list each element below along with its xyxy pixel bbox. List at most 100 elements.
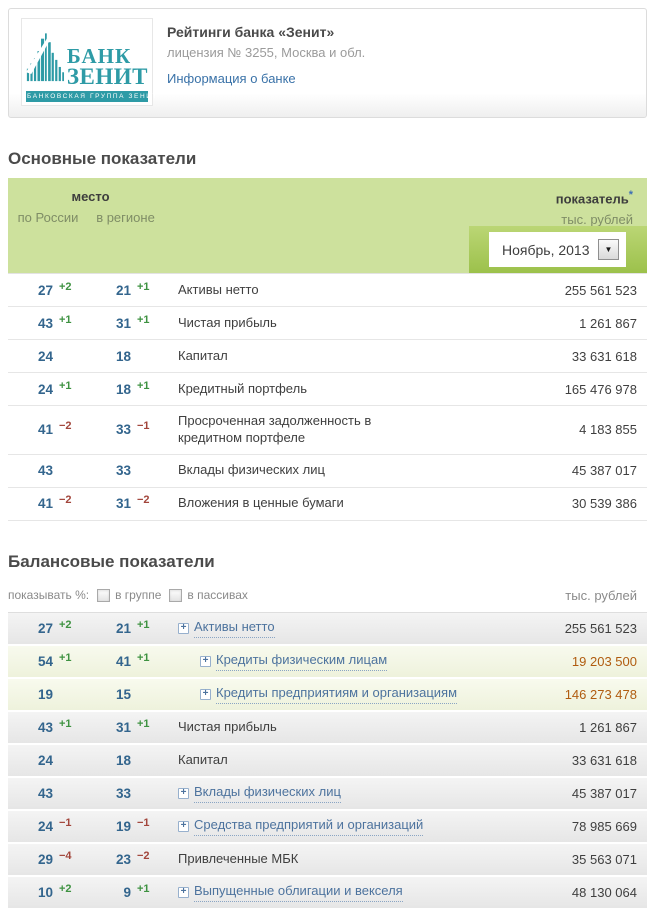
indicator-value: 33 631 618: [517, 349, 647, 364]
indicator-link[interactable]: Средства предприятий и организаций: [194, 817, 423, 836]
bank-logo: БАНК ЗЕНИТ БАНКОВСКАЯ ГРУППА ЗЕНИТ: [21, 18, 153, 106]
logo-word-zenit: ЗЕНИТ: [67, 66, 148, 87]
expand-plus-icon[interactable]: [178, 623, 189, 634]
column-header-place: место: [13, 189, 168, 204]
period-select[interactable]: Ноябрь, 2013: [489, 232, 626, 267]
table-row: 24 18 Капитал 33 631 618: [8, 745, 647, 776]
table-row: 10 +2 9 +1 Выпущенные облигации и вексел…: [8, 877, 647, 908]
main-indicators-table: 27 +2 21 +1 Активы нетто 255 561 523 43 …: [8, 273, 647, 521]
indicator-value: 255 561 523: [517, 621, 647, 636]
rank-region-cell: 23 −2: [78, 852, 163, 867]
indicator-value: 4 183 855: [517, 422, 647, 437]
indicator-link[interactable]: Кредиты физическим лицам: [216, 652, 387, 671]
checkbox-in-group[interactable]: [97, 589, 110, 602]
rank-russia-delta: −4: [53, 850, 78, 862]
indicator-link: Капитал: [178, 752, 228, 769]
rank-russia-cell: 29 −4: [8, 852, 78, 867]
indicator-link[interactable]: Кредиты предприятиям и организациям: [216, 685, 457, 704]
rank-russia-cell: 19: [8, 687, 78, 702]
rank-russia: 41: [8, 422, 53, 437]
rank-region-delta: +1: [131, 718, 163, 730]
rank-russia: 10: [8, 885, 53, 900]
rank-russia: 24: [8, 382, 53, 397]
rank-russia: 43: [8, 316, 53, 331]
table-row: 41 −2 31 −2 Вложения в ценные бумаги 30 …: [8, 488, 647, 521]
logo-band-text: БАНКОВСКАЯ ГРУППА ЗЕНИТ: [26, 91, 148, 102]
indicator-name-cell: Капитал: [163, 752, 517, 769]
rank-region: 21: [78, 283, 131, 298]
rank-russia: 43: [8, 720, 53, 735]
rank-region-delta: −1: [131, 817, 163, 829]
rank-russia: 27: [8, 283, 53, 298]
indicator-name: Просроченная задолженность в кредитном п…: [163, 413, 517, 447]
bank-logo-wordmark: БАНК ЗЕНИТ: [67, 47, 148, 87]
indicator-link[interactable]: Выпущенные облигации и векселя: [194, 883, 403, 902]
indicator-link[interactable]: Активы нетто: [194, 619, 275, 638]
rank-region-delta: +1: [131, 619, 163, 631]
rank-russia: 29: [8, 852, 53, 867]
indicator-name-cell: Чистая прибыль: [163, 719, 517, 736]
page-title: Рейтинги банка «Зенит»: [167, 24, 365, 40]
checkbox-in-liabilities[interactable]: [169, 589, 182, 602]
rank-russia: 27: [8, 621, 53, 636]
rank-region: 21: [78, 621, 131, 636]
indicator-value: 45 387 017: [517, 786, 647, 801]
table-row: 19 15 Кредиты предприятиям и организация…: [8, 679, 647, 710]
indicator-link: Привлеченные МБК: [178, 851, 298, 868]
column-header-indicator: показатель*: [556, 189, 633, 206]
rank-region-delta: −1: [131, 420, 163, 432]
rank-region: 15: [78, 687, 131, 702]
rank-region: 31: [78, 316, 131, 331]
expand-plus-icon[interactable]: [200, 689, 211, 700]
rank-region-cell: 33 −1: [78, 422, 163, 437]
indicator-value: 78 985 669: [517, 819, 647, 834]
indicator-value: 19 203 500: [517, 654, 647, 669]
rank-russia: 24: [8, 753, 53, 768]
page: БАНК ЗЕНИТ БАНКОВСКАЯ ГРУППА ЗЕНИТ Рейти…: [0, 8, 655, 908]
rank-russia-cell: 54 +1: [8, 654, 78, 669]
rank-region: 23: [78, 852, 131, 867]
table-row: 43 +1 31 +1 Чистая прибыль 1 261 867: [8, 307, 647, 340]
bank-info-link[interactable]: Информация о банке: [167, 71, 296, 86]
license-subtitle: лицензия № 3255, Москва и обл.: [167, 45, 365, 60]
rank-russia-cell: 27 +2: [8, 621, 78, 636]
rank-region-cell: 9 +1: [78, 885, 163, 900]
indicator-name: Вложения в ценные бумаги: [163, 495, 517, 512]
expand-plus-icon[interactable]: [178, 821, 189, 832]
expand-plus-icon[interactable]: [200, 656, 211, 667]
rank-region-delta: +1: [131, 314, 163, 326]
percent-filter-row: показывать %: в группе в пассивах тыс. р…: [8, 588, 647, 603]
table-row: 24 +1 18 +1 Кредитный портфель 165 476 9…: [8, 373, 647, 406]
indicator-link[interactable]: Вклады физических лиц: [194, 784, 341, 803]
rank-region: 31: [78, 496, 131, 511]
rank-region-cell: 31 +1: [78, 316, 163, 331]
indicator-name-cell: Активы нетто: [163, 619, 517, 638]
dropdown-arrow-icon[interactable]: [598, 239, 619, 260]
rank-russia: 43: [8, 786, 53, 801]
rank-russia-cell: 43 +1: [8, 720, 78, 735]
indicator-name-cell: Вклады физических лиц: [163, 784, 517, 803]
indicator-value: 1 261 867: [517, 316, 647, 331]
rank-russia: 19: [8, 687, 53, 702]
rank-russia-delta: +1: [53, 652, 78, 664]
table-row: 27 +2 21 +1 Активы нетто 255 561 523: [8, 274, 647, 307]
indicator-value: 146 273 478: [517, 687, 647, 702]
table-row: 24 18 Капитал 33 631 618: [8, 340, 647, 373]
table-row: 43 +1 31 +1 Чистая прибыль 1 261 867: [8, 712, 647, 743]
rank-russia-cell: 43 +1: [8, 316, 78, 331]
rank-russia: 43: [8, 463, 53, 478]
rank-region-cell: 19 −1: [78, 819, 163, 834]
checkbox-in-liabilities-label: в пассивах: [187, 588, 248, 602]
rank-russia: 41: [8, 496, 53, 511]
column-header-region: в регионе: [83, 210, 168, 225]
expand-plus-icon[interactable]: [178, 887, 189, 898]
main-indicators-heading: Основные показатели: [8, 149, 647, 169]
indicator-name: Активы нетто: [163, 282, 517, 299]
indicator-footnote-asterisk: *: [629, 189, 633, 201]
rank-russia-delta: +2: [53, 883, 78, 895]
expand-plus-icon[interactable]: [178, 788, 189, 799]
rank-region: 18: [78, 382, 131, 397]
rank-region-delta: +1: [131, 380, 163, 392]
rank-region-cell: 21 +1: [78, 283, 163, 298]
bank-building-icon: [26, 30, 65, 88]
